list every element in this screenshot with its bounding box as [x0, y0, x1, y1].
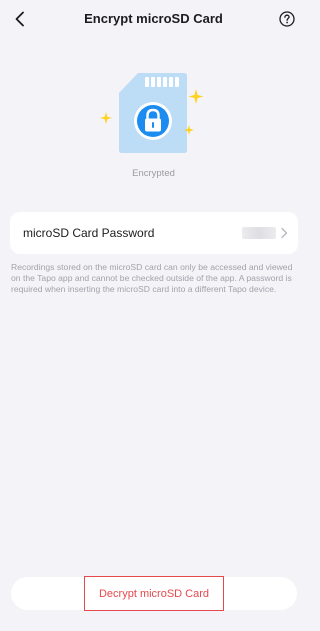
page-title: Encrypt microSD Card — [84, 11, 223, 26]
chevron-right-icon — [281, 227, 288, 239]
password-row-label: microSD Card Password — [23, 226, 155, 240]
masked-password-value — [242, 227, 276, 239]
bottom-action-bar: Decrypt microSD Card — [11, 576, 297, 611]
encrypted-sd-card-icon — [100, 73, 204, 153]
encryption-description: Recordings stored on the microSD card ca… — [11, 262, 293, 294]
help-button[interactable] — [278, 10, 296, 28]
decrypt-microsd-button[interactable]: Decrypt microSD Card — [84, 576, 224, 611]
microsd-password-row[interactable]: microSD Card Password — [10, 212, 298, 254]
encryption-status-label: Encrypted — [132, 168, 175, 179]
top-bar: Encrypt microSD Card — [0, 0, 307, 38]
encrypted-sd-card-illustration — [96, 66, 211, 166]
question-circle-icon — [279, 11, 295, 27]
